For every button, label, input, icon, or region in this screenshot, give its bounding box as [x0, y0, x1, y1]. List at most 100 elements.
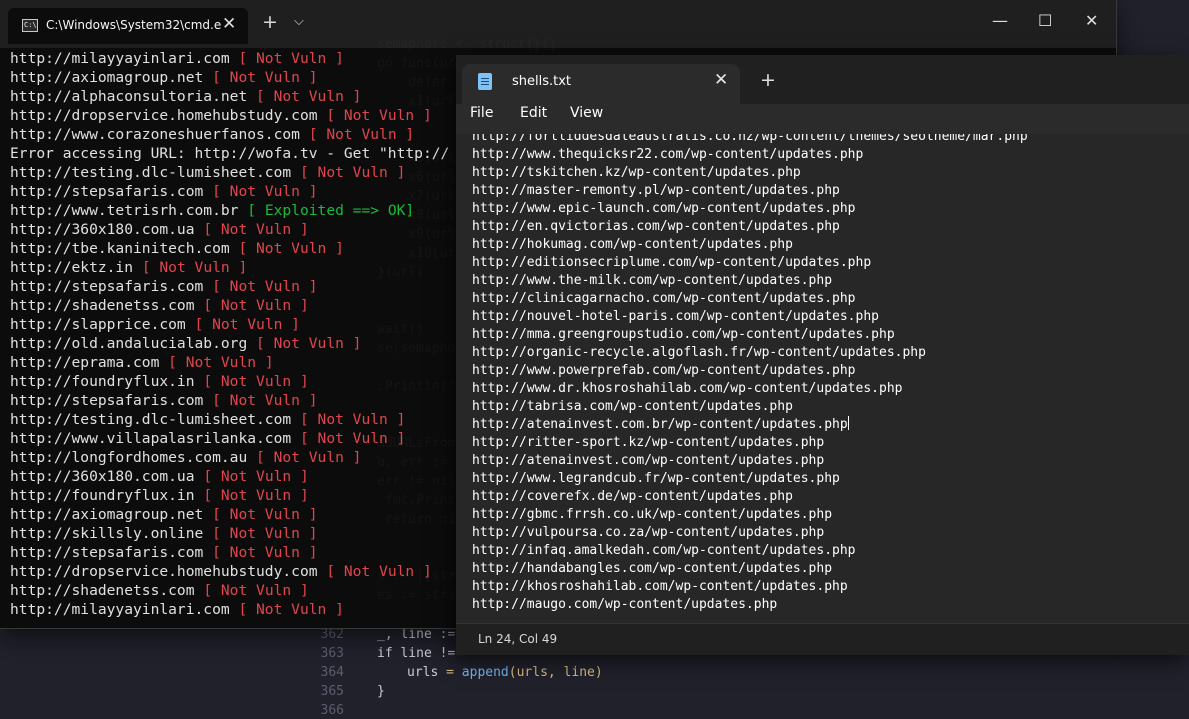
text-line: http://en.qvictorias.com/wp-content/upda… — [472, 218, 1028, 236]
text-line-content: http://organic-recycle.algoflash.fr/wp-c… — [472, 345, 926, 360]
text-line-content: http://vulpoursa.co.za/wp-content/update… — [472, 525, 825, 540]
scan-status: [ Not Vuln ] — [203, 468, 309, 485]
chevron-down-icon[interactable]: ⌵ — [294, 14, 304, 29]
scan-status: [ Not Vuln ] — [212, 525, 318, 542]
scan-status: [ Not Vuln ] — [238, 240, 344, 257]
text-line-content: http://handabangles.com/wp-content/updat… — [472, 561, 833, 576]
text-line: http://master-remonty.pl/wp-content/upda… — [472, 182, 1028, 200]
menu-file[interactable]: File — [470, 105, 493, 121]
scan-status: [ Not Vuln ] — [203, 373, 309, 390]
notepad-tab[interactable]: shells.txt ✕ — [462, 64, 740, 104]
text-line-content: http://editionsecriplume.com/wp-content/… — [472, 255, 872, 270]
terminal-url: http://alphaconsultoria.net — [10, 88, 248, 105]
text-line: http://fortliddesdaleaustralis.co.nz/wp-… — [472, 134, 1028, 146]
text-line: http://maugo.com/wp-content/updates.php — [472, 596, 1028, 614]
text-line-content: http://www.dr.khosroshahilab.com/wp-cont… — [472, 381, 903, 396]
scan-status: [ Not Vuln ] — [256, 88, 362, 105]
scan-status: [ Not Vuln ] — [194, 316, 300, 333]
text-line: http://tabrisa.com/wp-content/updates.ph… — [472, 398, 1028, 416]
text-content: http://fortliddesdaleaustralis.co.nz/wp-… — [472, 134, 1028, 614]
notepad-icon — [478, 73, 492, 90]
code-line: _, line := — [377, 627, 456, 642]
code-line: urls = append(urls, line) — [407, 665, 603, 680]
text-line: http://www.epic-launch.com/wp-content/up… — [472, 200, 1028, 218]
scan-status: [ Not Vuln ] — [203, 221, 309, 238]
line-number: 365 — [320, 684, 344, 699]
text-line-content: http://ritter-sport.kz/wp-content/update… — [472, 435, 825, 450]
new-tab-button[interactable]: + — [262, 11, 278, 33]
text-line: http://vulpoursa.co.za/wp-content/update… — [472, 524, 1028, 542]
text-line-content: http://atenainvest.com.br/wp-content/upd… — [472, 417, 848, 432]
text-line: http://www.dr.khosroshahilab.com/wp-cont… — [472, 380, 1028, 398]
terminal-url: http://shadenetss.com — [10, 297, 195, 314]
terminal-url: http://eprama.com — [10, 354, 160, 371]
scan-status: [ Not Vuln ] — [212, 544, 318, 561]
terminal-url: http://skillsly.online — [10, 525, 204, 542]
text-line: http://atenainvest.com.br/wp-content/upd… — [472, 416, 1028, 434]
terminal-url: http://old.andalucialab.org — [10, 335, 248, 352]
text-line-content: http://coverefx.de/wp-content/updates.ph… — [472, 489, 793, 504]
terminal-url: http://360x180.com.ua — [10, 468, 195, 485]
text-line: http://infaq.amalkedah.com/wp-content/up… — [472, 542, 1028, 560]
terminal-url: http://stepsafaris.com — [10, 278, 204, 295]
text-line-content: http://www.legrandcub.fr/wp-content/upda… — [472, 471, 840, 486]
terminal-url: http://foundryflux.in — [10, 373, 195, 390]
scan-status: [ Not Vuln ] — [212, 69, 318, 86]
terminal-url: http://stepsafaris.com — [10, 392, 204, 409]
terminal-tab[interactable]: C:\ C:\Windows\System32\cmd.e ✕ — [8, 8, 248, 44]
status-bar: Ln 24, Col 49 — [456, 623, 1189, 655]
text-line: http://www.the-milk.com/wp-content/updat… — [472, 272, 1028, 290]
scan-status: [ Not Vuln ] — [212, 278, 318, 295]
terminal-url: http://longfordhomes.com.au — [10, 449, 248, 466]
scan-status: [ Not Vuln ] — [326, 563, 432, 580]
scan-status: [ Not Vuln ] — [238, 50, 344, 67]
text-line-content: http://maugo.com/wp-content/updates.php — [472, 597, 778, 612]
text-line: http://organic-recycle.algoflash.fr/wp-c… — [472, 344, 1028, 362]
notepad-titlebar[interactable]: shells.txt ✕ + — [456, 55, 1189, 104]
text-caret — [847, 416, 849, 430]
text-line: http://hokumag.com/wp-content/updates.ph… — [472, 236, 1028, 254]
terminal-url: http://stepsafaris.com — [10, 544, 204, 561]
text-line-content: http://mma.greengroupstudio.com/wp-conte… — [472, 327, 895, 342]
minimize-button[interactable]: — — [992, 11, 1008, 30]
scan-status: [ Not Vuln ] — [141, 259, 248, 276]
maximize-button[interactable]: ☐ — [1038, 11, 1052, 30]
text-line-content: http://atenainvest.com/wp-content/update… — [472, 453, 825, 468]
scan-status: [ Not Vuln ] — [212, 506, 318, 523]
terminal-url: http://slapprice.com — [10, 316, 186, 333]
close-window-button[interactable]: ✕ — [1085, 11, 1098, 30]
new-tab-button[interactable]: + — [760, 69, 776, 91]
scan-status: [ Not Vuln ] — [299, 411, 406, 428]
terminal-titlebar[interactable]: C:\ C:\Windows\System32\cmd.e ✕ + ⌵ — ☐ … — [0, 0, 1116, 48]
terminal-url: http://stepsafaris.com — [10, 183, 204, 200]
text-line-content: http://gbmc.frrsh.co.uk/wp-content/updat… — [472, 507, 833, 522]
cmd-icon: C:\ — [22, 19, 38, 32]
close-tab-icon[interactable]: ✕ — [714, 70, 728, 90]
terminal-url: http://dropservice.homehubstudy.com — [10, 563, 318, 580]
terminal-tab-title: C:\Windows\System32\cmd.e — [46, 18, 222, 32]
terminal-url: http://shadenetss.com — [10, 582, 195, 599]
scan-status: [ Not Vuln ] — [308, 126, 415, 143]
menu-edit[interactable]: Edit — [520, 105, 547, 121]
scan-status: [ Not Vuln ] — [203, 297, 309, 314]
terminal-url: http://milayyayinlari.com — [10, 50, 230, 67]
notepad-window[interactable]: shells.txt ✕ + File Edit View http://for… — [456, 55, 1189, 655]
text-editor[interactable]: http://fortliddesdaleaustralis.co.nz/wp-… — [456, 134, 1189, 624]
menu-bar — [456, 104, 1189, 134]
close-tab-icon[interactable]: ✕ — [222, 14, 236, 34]
terminal-url: Error accessing URL: http://wofa.tv - Ge… — [10, 145, 450, 162]
terminal-url: http://360x180.com.ua — [10, 221, 195, 238]
menu-view[interactable]: View — [570, 105, 603, 121]
text-line-content: http://master-remonty.pl/wp-content/upda… — [472, 183, 840, 198]
text-line: http://ritter-sport.kz/wp-content/update… — [472, 434, 1028, 452]
scan-status: [ Exploited ==> OK] — [247, 202, 415, 219]
text-line-content: http://www.the-milk.com/wp-content/updat… — [472, 273, 833, 288]
text-line: http://nouvel-hotel-paris.com/wp-content… — [472, 308, 1028, 326]
terminal-url: http://tbe.kaninitech.com — [10, 240, 230, 257]
text-line: http://coverefx.de/wp-content/updates.ph… — [472, 488, 1028, 506]
text-line-content: http://en.qvictorias.com/wp-content/upda… — [472, 219, 840, 234]
text-line: http://gbmc.frrsh.co.uk/wp-content/updat… — [472, 506, 1028, 524]
text-line-content: http://tabrisa.com/wp-content/updates.ph… — [472, 399, 793, 414]
terminal-url: http://axiomagroup.net — [10, 69, 204, 86]
terminal-url: http://www.tetrisrh.com.br — [10, 202, 239, 219]
